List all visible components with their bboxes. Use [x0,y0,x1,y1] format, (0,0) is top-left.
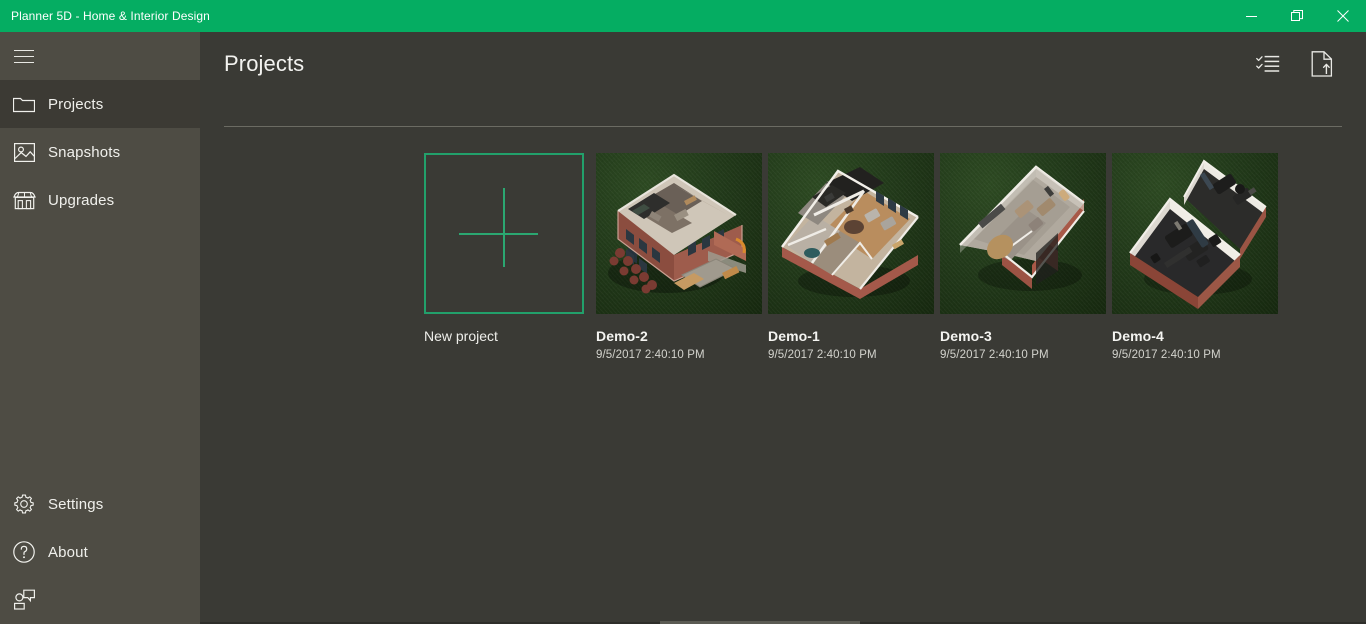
project-name: Demo-3 [940,328,992,344]
header-divider [224,126,1342,127]
sidebar-item-upgrades[interactable]: Upgrades [0,176,200,224]
sidebar: Projects Snapshots Upgrades Settings Abo… [0,32,200,624]
house-render-demo-3 [959,165,1085,291]
house-render-demo-2 [608,173,746,294]
sidebar-menu-row [0,32,200,80]
projects-grid: New project Demo-2 9/5/2017 2:40:10 PM D… [424,153,1278,361]
project-name: Demo-4 [1112,328,1164,344]
store-icon [0,176,48,224]
sidebar-item-label: Upgrades [48,191,115,209]
project-thumbnail[interactable] [940,153,1106,314]
main-content: Projects New project Demo-2 9/5/2017 2:4… [200,32,1366,624]
import-project-button[interactable] [1302,44,1342,84]
close-button[interactable] [1320,0,1366,32]
project-name: Demo-1 [768,328,820,344]
window-controls [1228,0,1366,32]
feedback-person-icon [0,576,48,624]
restore-icon [1291,10,1303,21]
folder-icon [0,80,48,128]
page-title: Projects [224,50,305,76]
new-project-tile[interactable]: New project [424,153,584,361]
checklist-icon [1256,55,1280,72]
project-date: 9/5/2017 2:40:10 PM [768,349,877,361]
select-mode-button[interactable] [1248,44,1288,84]
sidebar-item-about[interactable]: About [0,528,200,576]
house-render-demo-1 [781,167,919,299]
project-date: 9/5/2017 2:40:10 PM [940,349,1049,361]
restore-button[interactable] [1274,0,1320,32]
minimize-icon [1245,15,1257,17]
question-circle-icon [0,528,48,576]
sidebar-item-settings[interactable]: Settings [0,480,200,528]
hamburger-icon[interactable] [0,32,48,80]
header-actions [1248,44,1342,84]
project-name: Demo-2 [596,328,648,344]
sidebar-item-label: Projects [48,95,104,113]
project-thumbnail[interactable] [768,153,934,314]
project-tile[interactable]: Demo-1 9/5/2017 2:40:10 PM [768,153,934,361]
plus-icon [503,188,505,267]
gear-icon [0,480,48,528]
sidebar-item-label: Snapshots [48,143,121,161]
sidebar-item-snapshots[interactable]: Snapshots [0,128,200,176]
close-icon [1337,10,1349,22]
sidebar-item-projects[interactable]: Projects [0,80,200,128]
image-icon [0,128,48,176]
minimize-button[interactable] [1228,0,1274,32]
sidebar-item-feedback[interactable] [0,576,200,624]
sidebar-item-label: About [48,543,88,561]
title-bar: Planner 5D - Home & Interior Design [0,0,1366,32]
document-upload-icon [1311,50,1333,77]
house-render-demo-4 [1129,159,1267,309]
project-tile[interactable]: Demo-3 9/5/2017 2:40:10 PM [940,153,1106,361]
project-date: 9/5/2017 2:40:10 PM [1112,349,1221,361]
new-project-caption: New project [424,328,498,344]
project-tile[interactable]: Demo-2 9/5/2017 2:40:10 PM [596,153,762,361]
project-thumbnail[interactable] [596,153,762,314]
project-thumbnail[interactable] [1112,153,1278,314]
sidebar-item-label: Settings [48,495,104,513]
new-project-thumbnail[interactable] [424,153,584,314]
window-title: Planner 5D - Home & Interior Design [11,9,210,23]
sidebar-bottom-section: Settings About [0,480,200,624]
project-date: 9/5/2017 2:40:10 PM [596,349,705,361]
page-header: Projects [200,32,1366,95]
project-tile[interactable]: Demo-4 9/5/2017 2:40:10 PM [1112,153,1278,361]
